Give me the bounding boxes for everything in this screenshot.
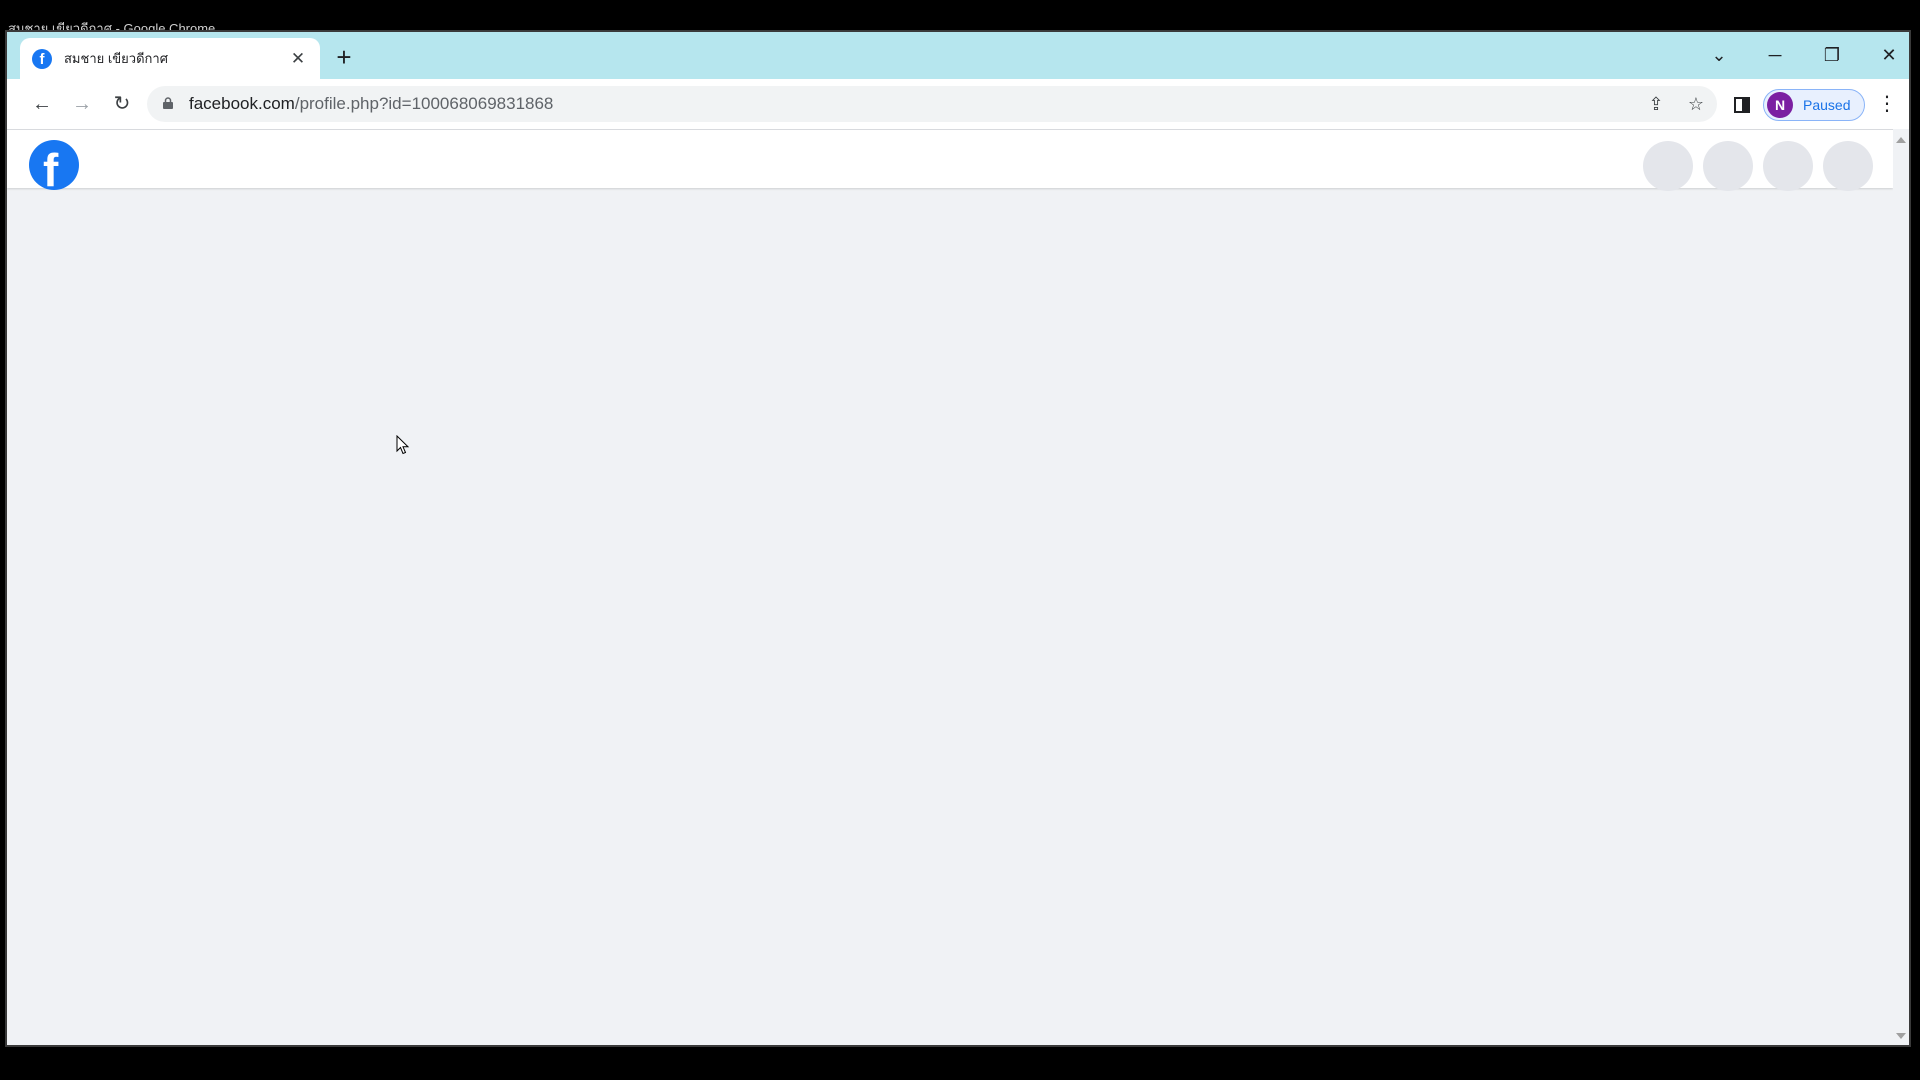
tab-search-chevron-down-icon[interactable]: ⌄	[1699, 40, 1739, 70]
avatar: N	[1767, 92, 1793, 118]
restore-icon[interactable]: ❐	[1812, 40, 1852, 70]
header-placeholder-circle	[1643, 141, 1693, 191]
close-window-icon[interactable]: ✕	[1869, 40, 1909, 70]
share-icon[interactable]: ⇪	[1644, 92, 1668, 116]
page-scrollbar[interactable]	[1893, 129, 1909, 1045]
header-placeholder-circle	[1703, 141, 1753, 191]
more-options-icon[interactable]: ⋮	[1877, 91, 1897, 117]
mouse-cursor-icon	[396, 435, 410, 455]
bookmark-star-icon[interactable]: ☆	[1684, 92, 1708, 116]
facebook-logo[interactable]: f	[29, 140, 79, 190]
new-tab-button[interactable]: +	[329, 43, 359, 73]
tab-close-icon[interactable]: ✕	[288, 49, 308, 69]
tab-active[interactable]: f สมชาย เขียวดีกาศ ✕	[20, 38, 320, 79]
scroll-down-arrow-icon[interactable]	[1896, 1033, 1906, 1039]
profile-status: Paused	[1803, 97, 1851, 113]
facebook-header: f	[7, 130, 1893, 191]
address-bar[interactable]: facebook.com/profile.php?id=100068069831…	[147, 86, 1717, 122]
lock-icon	[163, 97, 173, 109]
facebook-favicon-icon: f	[32, 48, 52, 69]
url-path: /profile.php?id=100068069831868	[294, 94, 554, 113]
url-text[interactable]: facebook.com/profile.php?id=100068069831…	[189, 94, 553, 114]
tab-strip: f สมชาย เขียวดีกาศ ✕ + ⌄ ─ ❐ ✕	[7, 32, 1909, 79]
header-placeholder-circle	[1763, 141, 1813, 191]
facebook-logo-letter: f	[43, 144, 59, 190]
reload-icon[interactable]: ↻	[107, 89, 137, 119]
minimize-icon[interactable]: ─	[1755, 40, 1795, 70]
browser-toolbar: ← → ↻ facebook.com/profile.php?id=100068…	[7, 79, 1909, 130]
browser-window: f สมชาย เขียวดีกาศ ✕ + ⌄ ─ ❐ ✕ ← → ↻ fac…	[5, 30, 1911, 1047]
scroll-up-arrow-icon[interactable]	[1896, 137, 1906, 143]
back-arrow-icon[interactable]: ←	[27, 89, 57, 119]
tab-title: สมชาย เขียวดีกาศ	[64, 51, 168, 66]
header-placeholder-circle	[1823, 141, 1873, 191]
side-panel-icon[interactable]	[1734, 97, 1750, 113]
forward-arrow-icon[interactable]: →	[67, 89, 97, 119]
profile-button[interactable]: N Paused	[1763, 89, 1865, 121]
url-host: facebook.com	[189, 94, 295, 113]
